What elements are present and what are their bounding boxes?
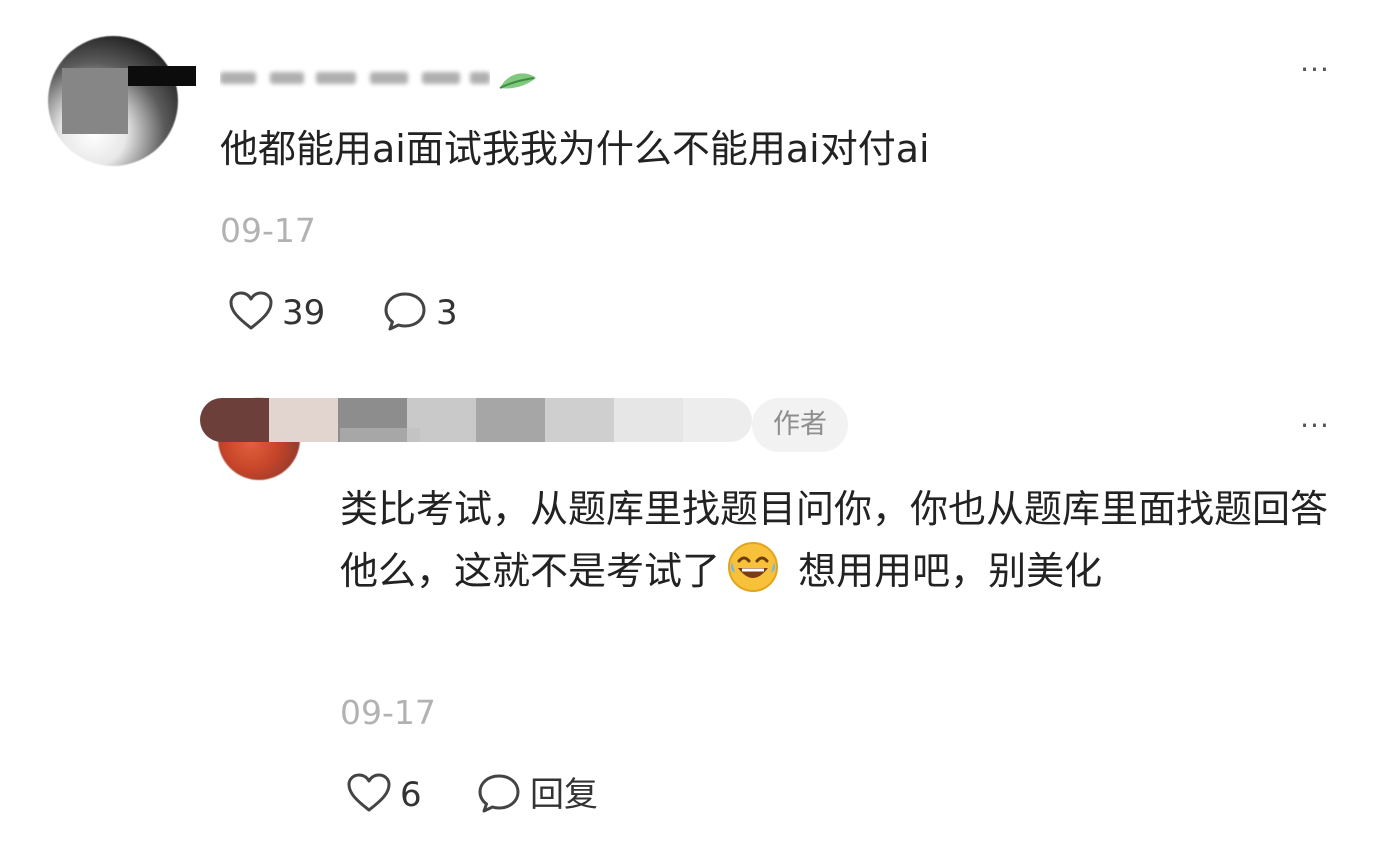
speech-bubble-icon bbox=[476, 772, 522, 818]
reply-text-part-2: 想用用吧，别美化 bbox=[786, 549, 1103, 593]
username-redaction-residue bbox=[340, 424, 460, 446]
comment-like-button[interactable]: 39 bbox=[228, 290, 325, 336]
comment-text: 他都能用ai面试我我为什么不能用ai对付ai bbox=[220, 127, 930, 171]
author-badge: 作者 bbox=[752, 398, 848, 452]
like-count: 39 bbox=[282, 293, 326, 333]
more-options-button[interactable]: ··· bbox=[1290, 52, 1340, 88]
heart-outline-icon bbox=[346, 772, 392, 818]
leaf-icon bbox=[496, 64, 540, 94]
heart-outline-icon bbox=[228, 290, 274, 336]
reply-username-redacted[interactable] bbox=[200, 398, 752, 442]
reply-label: 回复 bbox=[530, 775, 598, 815]
avatar-redaction-bar bbox=[128, 66, 196, 86]
avatar-redaction-block bbox=[62, 68, 128, 134]
speech-bubble-icon bbox=[382, 290, 428, 336]
laughing-tears-emoji bbox=[726, 540, 780, 594]
reply-date: 09-17 bbox=[340, 693, 436, 732]
reply-count: 3 bbox=[436, 293, 458, 333]
comment-reply-button[interactable]: 3 bbox=[382, 290, 458, 336]
reply-text: 类比考试，从题库里找题目问你，你也从题库里面找题回答他么，这就不是考试了 想用用… bbox=[340, 478, 1330, 602]
reply-reply-button[interactable]: 回复 bbox=[476, 772, 598, 818]
like-count: 6 bbox=[400, 775, 422, 815]
more-options-button[interactable]: ··· bbox=[1290, 408, 1340, 444]
commenter-username-redacted[interactable] bbox=[220, 60, 490, 90]
reply-like-button[interactable]: 6 bbox=[346, 772, 422, 818]
comment-date: 09-17 bbox=[220, 211, 316, 250]
